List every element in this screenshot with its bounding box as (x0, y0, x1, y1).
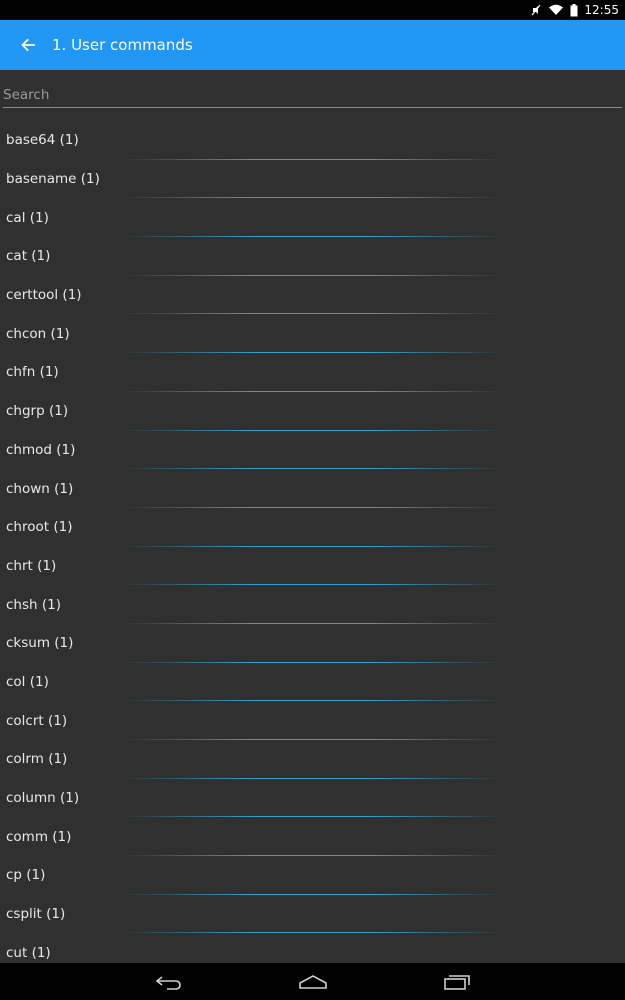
list-item[interactable]: colcrt (1) (0, 701, 625, 740)
list-item[interactable]: chmod (1) (0, 431, 625, 470)
list-item-label: chsh (1) (6, 596, 61, 613)
list-item[interactable]: chgrp (1) (0, 392, 625, 431)
list-item-label: base64 (1) (6, 132, 79, 149)
list-item-label: colcrt (1) (6, 712, 68, 729)
list-item[interactable]: chrt (1) (0, 547, 625, 586)
arrow-back-icon (21, 38, 35, 52)
navigation-bar (0, 963, 625, 1000)
list-item-label: cp (1) (6, 867, 46, 884)
list-item[interactable]: comm (1) (0, 817, 625, 857)
list-item[interactable]: chsh (1) (0, 585, 625, 624)
list-item-label: chfn (1) (6, 364, 59, 381)
list-item[interactable]: column (1) (0, 779, 625, 818)
mute-icon (531, 4, 541, 16)
list-item-label: colrm (1) (6, 751, 68, 768)
list-item-label: chown (1) (6, 480, 74, 497)
list-item-label: column (1) (6, 790, 80, 807)
list-item-label: csplit (1) (6, 906, 66, 923)
list-item[interactable]: cut (1) (0, 933, 625, 963)
list-item[interactable]: base64 (1) (0, 121, 625, 160)
list-item[interactable]: cal (1) (0, 198, 625, 238)
list-item[interactable]: cksum (1) (0, 624, 625, 663)
list-item[interactable]: chfn (1) (0, 353, 625, 392)
list-item[interactable]: cp (1) (0, 856, 625, 895)
list-item-label: col (1) (6, 673, 49, 690)
command-list: base64 (1) basename (1) cal (1) cat (1) … (0, 121, 625, 963)
home-icon (298, 974, 327, 989)
list-item-label: basename (1) (6, 171, 100, 188)
list-item[interactable]: chown (1) (0, 469, 625, 508)
nav-home-button[interactable] (283, 963, 343, 1000)
list-item-label: chmod (1) (6, 441, 76, 458)
wifi-icon (549, 4, 564, 15)
list-item[interactable]: chcon (1) (0, 314, 625, 354)
nav-recents-button[interactable] (427, 963, 487, 1000)
search-input[interactable] (3, 85, 622, 108)
list-item-label: cksum (1) (6, 635, 74, 652)
list-item[interactable]: col (1) (0, 663, 625, 702)
list-item-label: certtool (1) (6, 287, 82, 304)
list-item[interactable]: csplit (1) (0, 895, 625, 934)
list-item[interactable]: basename (1) (0, 160, 625, 199)
list-item[interactable]: chroot (1) (0, 508, 625, 547)
recents-icon (443, 974, 470, 990)
list-item[interactable]: cat (1) (0, 237, 625, 276)
list-item-label: comm (1) (6, 828, 72, 845)
nav-back-button[interactable] (139, 963, 199, 1000)
list-item-label: chrt (1) (6, 557, 57, 574)
list-item-label: chcon (1) (6, 325, 70, 342)
list-item-label: cat (1) (6, 248, 51, 265)
list-item-label: cal (1) (6, 209, 49, 226)
search-bar (3, 84, 622, 108)
back-icon (155, 975, 181, 990)
app-bar: 1. User commands (0, 20, 625, 70)
back-button[interactable] (0, 20, 56, 70)
list-item-label: cut (1) (6, 944, 51, 961)
battery-icon (570, 3, 578, 16)
list-item-label: chgrp (1) (6, 403, 69, 420)
status-time: 12:55 (584, 3, 619, 17)
list-item[interactable]: certtool (1) (0, 276, 625, 315)
list-item-label: chroot (1) (6, 519, 73, 536)
page-title: 1. User commands (52, 36, 193, 54)
list-item[interactable]: colrm (1) (0, 740, 625, 779)
status-bar: 12:55 (0, 0, 625, 20)
